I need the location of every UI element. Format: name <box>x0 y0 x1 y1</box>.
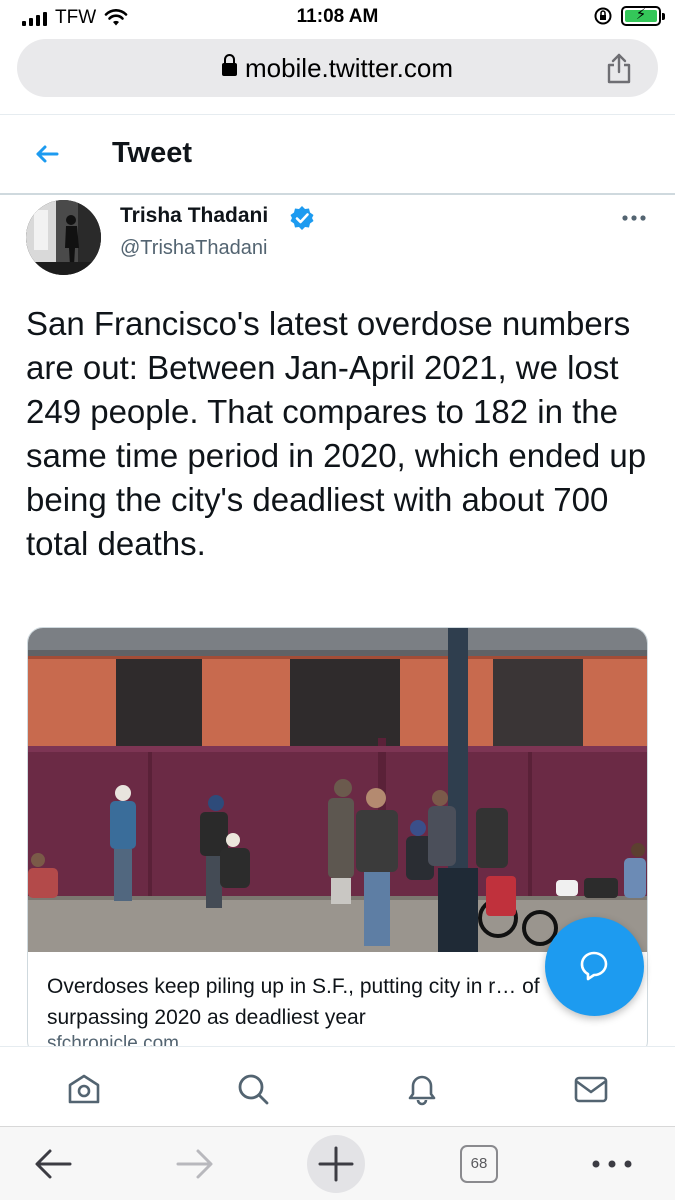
article-photo <box>28 628 647 952</box>
forward-icon[interactable] <box>174 1139 216 1189</box>
back-arrow-icon[interactable] <box>32 139 62 169</box>
back-icon[interactable] <box>32 1139 74 1189</box>
browser-toolbar: 68 <box>0 1126 675 1200</box>
orientation-lock-icon <box>594 7 612 25</box>
new-tab-icon <box>318 1146 354 1182</box>
url-text: mobile.twitter.com <box>244 53 454 83</box>
address-bar[interactable]: mobile.twitter.com <box>17 39 658 97</box>
search-icon[interactable] <box>233 1069 273 1109</box>
messages-icon[interactable] <box>571 1069 611 1109</box>
more-options-icon[interactable] <box>621 212 647 224</box>
author-handle[interactable]: @TrishaThadani <box>120 237 267 260</box>
avatar-image <box>26 200 101 275</box>
notifications-icon[interactable] <box>402 1069 442 1109</box>
status-bar: TFW 11:08 AM ⚡ <box>0 0 675 36</box>
tweet-text: San Francisco's latest overdose numbers … <box>26 305 647 562</box>
verified-badge-icon <box>290 206 314 230</box>
reply-bubble-icon <box>580 951 608 981</box>
author-name[interactable]: Trisha Thadani <box>120 204 268 228</box>
tweet-header: Tweet <box>0 115 675 195</box>
share-icon[interactable] <box>604 52 634 84</box>
status-right: ⚡ <box>593 6 665 26</box>
lock-icon <box>221 54 237 76</box>
status-time: 11:08 AM <box>296 6 379 27</box>
more-icon[interactable] <box>590 1139 634 1189</box>
tabs-icon[interactable]: 68 <box>460 1145 498 1183</box>
avatar[interactable] <box>26 200 101 275</box>
new-tab-button[interactable] <box>307 1135 365 1193</box>
home-icon[interactable] <box>64 1069 104 1109</box>
url-display[interactable]: mobile.twitter.com <box>17 53 658 84</box>
bottom-tab-bar <box>0 1046 675 1126</box>
page-title: Tweet <box>112 137 193 169</box>
compose-reply-button[interactable] <box>545 917 644 1016</box>
battery-icon: ⚡ <box>621 6 665 26</box>
